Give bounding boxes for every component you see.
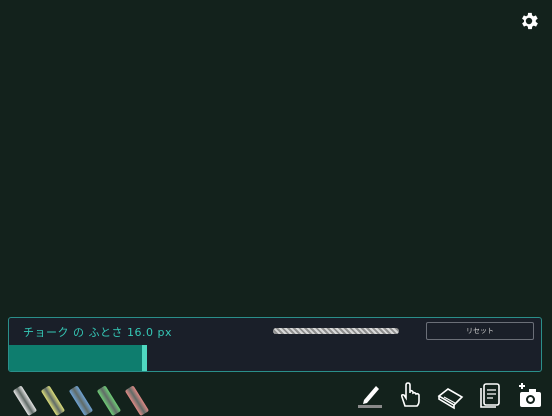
eraser-tool-button[interactable]	[436, 380, 464, 410]
clear-board-button[interactable]	[476, 380, 504, 410]
settings-button[interactable]	[518, 10, 540, 32]
chalk-color-tray	[0, 384, 150, 416]
chalk-width-slider[interactable]	[9, 345, 541, 371]
chalk-blue[interactable]	[68, 385, 94, 416]
chalk-red[interactable]	[124, 385, 150, 416]
hand-pointer-icon	[400, 382, 420, 407]
gear-icon	[522, 12, 538, 30]
chalk-width-panel: チョーク の ふとさ 16.0 px リセット	[8, 317, 542, 372]
chalk-yellow[interactable]	[40, 385, 66, 416]
pointer-tool-button[interactable]	[396, 380, 424, 410]
slider-thumb[interactable]	[141, 345, 147, 371]
add-photo-button[interactable]	[516, 380, 544, 410]
add-photo-camera-icon	[519, 383, 541, 407]
eraser-icon	[437, 388, 464, 410]
slider-fill	[9, 345, 145, 371]
chalk-green[interactable]	[96, 385, 122, 416]
reset-button[interactable]: リセット	[426, 322, 534, 340]
chalk-width-label: チョーク の ふとさ 16.0 px	[23, 326, 172, 339]
clear-board-icon	[480, 383, 500, 408]
chalk-pencil-icon	[358, 386, 382, 408]
chalk-white[interactable]	[12, 385, 38, 416]
chalk-tool-button[interactable]	[356, 380, 384, 410]
chalk-stroke-preview	[273, 328, 399, 334]
